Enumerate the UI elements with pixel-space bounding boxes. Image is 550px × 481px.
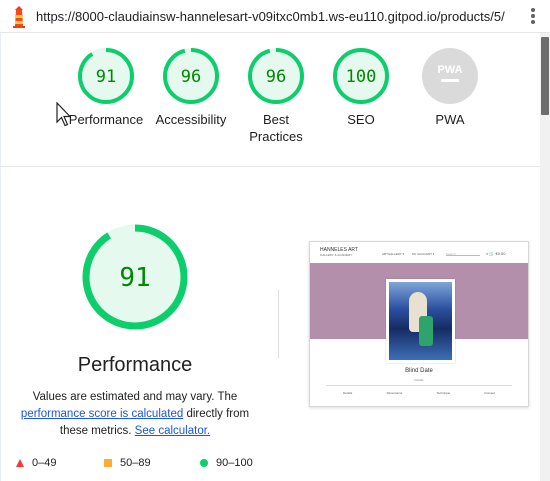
gauge-label: PWA — [435, 112, 465, 127]
legend-pass-label: 90–100 — [216, 457, 253, 469]
thumb-brand: HANNELES ART GALLERY & ACADEMY — [320, 247, 358, 258]
thumb-artwork-image — [386, 279, 455, 363]
pwa-badge-icon: PWA — [422, 48, 478, 104]
thumb-search: Search — [446, 252, 480, 256]
thumb-product-sub: Details — [414, 378, 424, 382]
legend-average-label: 50–89 — [120, 457, 151, 469]
performance-main-score: 91 — [119, 263, 150, 293]
thumb-icons: ⌕ 🛒 €0.00 — [486, 251, 506, 256]
thumb-divider — [326, 385, 512, 386]
gauge-pwa[interactable]: PWA PWA — [400, 47, 500, 128]
gauge-label: SEO — [347, 112, 375, 127]
seo-gauge-ring: 100 — [333, 48, 389, 104]
gauge-score: 96 — [266, 67, 286, 87]
pwa-badge-text: PWA — [437, 64, 462, 76]
final-screenshot-thumbnail[interactable]: HANNELES ART GALLERY & ACADEMY ARTGALLER… — [309, 241, 529, 407]
legend-fail-label: 0–49 — [32, 457, 57, 469]
legend-average: 50–89 — [104, 457, 151, 469]
mouse-cursor-icon — [56, 102, 72, 127]
performance-title: Performance — [77, 354, 193, 376]
thumb-nav: ARTGALLERY ▾ MY ACCOUNT ▾ — [382, 252, 435, 256]
thumb-tabs: Details Dimensions Technique Framed — [343, 391, 495, 395]
accessibility-gauge-ring: 96 — [163, 48, 219, 104]
gauge-score: 96 — [181, 67, 201, 87]
gauge-label-line2: Practices — [249, 129, 303, 144]
performance-description: Values are estimated and may vary. The p… — [10, 389, 260, 440]
orange-square-icon — [104, 459, 112, 467]
scrollbar-thumb[interactable] — [541, 37, 549, 115]
gauge-label-line1: Best — [262, 112, 289, 127]
desc-text-1: Values are estimated and may vary. The — [32, 391, 238, 403]
gauge-seo[interactable]: 100 SEO — [311, 47, 411, 128]
thumb-product-title: Blind Date — [405, 368, 433, 374]
score-summary: 91 Performance 96 Accessibility 96 Best … — [0, 33, 540, 167]
legend-pass: 90–100 — [200, 457, 253, 469]
red-triangle-icon — [16, 459, 24, 467]
thumb-header: HANNELES ART GALLERY & ACADEMY ARTGALLER… — [310, 242, 528, 262]
see-calculator-link[interactable]: See calculator. — [135, 425, 210, 437]
gauge-score: 100 — [346, 67, 377, 87]
kebab-menu-icon[interactable] — [530, 8, 536, 26]
performance-score-link[interactable]: performance score is calculated — [21, 408, 183, 420]
page-url[interactable]: https://8000-claudiainsw-hannelesart-v09… — [36, 9, 505, 24]
lighthouse-icon — [13, 6, 25, 28]
green-circle-icon — [200, 459, 208, 467]
legend-fail: 0–49 — [16, 457, 56, 469]
gauge-score: 91 — [96, 67, 116, 87]
vertical-divider — [278, 290, 279, 358]
best-practices-gauge-ring: 96 — [248, 48, 304, 104]
url-bar: https://8000-claudiainsw-hannelesart-v09… — [0, 0, 550, 33]
performance-main-gauge: 91 — [82, 224, 188, 330]
performance-gauge-ring: 91 — [78, 48, 134, 104]
